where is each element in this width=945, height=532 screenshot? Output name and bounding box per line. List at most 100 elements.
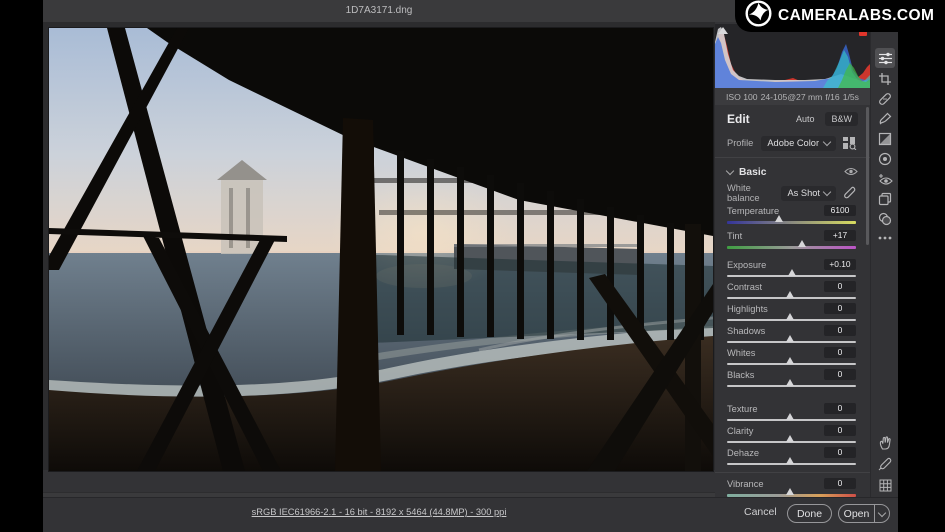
slider-value[interactable]: 0 — [824, 347, 856, 358]
tool-column — [870, 22, 898, 497]
slider-handle[interactable] — [797, 240, 806, 247]
slider-handle[interactable] — [774, 215, 783, 222]
workflow-options-link[interactable]: sRGB IEC61966-2.1 - 16 bit - 8192 x 5464… — [43, 507, 715, 517]
blacks-track[interactable] — [727, 379, 856, 387]
slider-label: Tint — [727, 230, 743, 241]
slider-value[interactable]: 0 — [824, 303, 856, 314]
shadows-track[interactable] — [727, 335, 856, 343]
slider-handle[interactable] — [786, 357, 795, 364]
grid-overlay-button[interactable] — [875, 475, 895, 495]
temperature-track[interactable] — [727, 215, 856, 224]
slider-value[interactable]: 0 — [824, 447, 856, 458]
hand-tool-button[interactable] — [875, 433, 895, 453]
slider-label: Blacks — [727, 369, 755, 380]
linear-gradient-tool-button[interactable] — [875, 129, 895, 149]
camera-raw-window: 1D7A3171.dng ISO 100 24-105@27 mm f/16 1… — [43, 0, 898, 532]
presets-icon — [878, 192, 892, 206]
slider-value[interactable]: 0 — [824, 425, 856, 436]
tint-slider: Tint +17 — [727, 230, 856, 249]
open-menu-chevron[interactable] — [875, 508, 889, 517]
contrast-track[interactable] — [727, 291, 856, 299]
shadow-clipping-indicator[interactable] — [718, 27, 728, 34]
slider-handle[interactable] — [786, 313, 795, 320]
linear-gradient-icon — [878, 132, 892, 146]
tint-track[interactable] — [727, 240, 856, 249]
texture-track[interactable] — [727, 413, 856, 421]
exif-bar: ISO 100 24-105@27 mm f/16 1/5s — [715, 88, 870, 105]
histogram-plot — [715, 24, 870, 88]
slider-handle[interactable] — [786, 291, 795, 298]
slider-handle[interactable] — [786, 379, 795, 386]
profile-dropdown[interactable]: Adobe Color — [761, 135, 836, 151]
chevron-down-icon — [822, 187, 832, 197]
profile-browser-icon[interactable] — [842, 136, 858, 151]
highlights-track[interactable] — [727, 313, 856, 321]
auto-button[interactable]: Auto — [790, 112, 821, 126]
basic-visibility-eye-icon[interactable] — [844, 163, 858, 181]
more-dots-icon — [878, 236, 892, 240]
radial-gradient-tool-button[interactable] — [875, 149, 895, 169]
white-balance-eyedropper-icon[interactable] — [842, 186, 858, 200]
presets-panel-button[interactable] — [875, 189, 895, 209]
snapshots-icon — [878, 212, 892, 226]
cameralabs-brand-text: CAMERALABS.COM — [778, 7, 935, 24]
edit-tool-button[interactable] — [875, 48, 895, 68]
masking-brush-tool-button[interactable] — [875, 109, 895, 129]
done-button[interactable]: Done — [787, 504, 832, 523]
slider-label: Texture — [727, 403, 758, 414]
healing-tool-button[interactable] — [875, 89, 895, 109]
histogram[interactable] — [715, 24, 870, 88]
slider-value[interactable]: 6100 — [824, 205, 856, 216]
basic-section-header[interactable]: Basic — [725, 158, 858, 182]
slider-handle[interactable] — [786, 488, 795, 495]
white-balance-dropdown[interactable]: As Shot — [781, 185, 836, 201]
edit-panel: ISO 100 24-105@27 mm f/16 1/5s Edit Auto… — [715, 22, 870, 497]
color-sampler-tool-button[interactable] — [875, 454, 895, 474]
slider-handle[interactable] — [786, 413, 795, 420]
more-tools-button[interactable] — [875, 228, 895, 248]
whites-track[interactable] — [727, 357, 856, 365]
exif-shutter: 1/5s — [842, 91, 859, 102]
slider-label: Highlights — [727, 303, 768, 314]
edit-panel-title: Edit — [727, 112, 750, 126]
slider-label: Shadows — [727, 325, 766, 336]
crop-tool-button[interactable] — [875, 69, 895, 89]
exif-lens: 24-105@27 mm — [760, 91, 823, 102]
group-gap — [715, 248, 870, 255]
slider-value[interactable]: +17 — [824, 230, 856, 241]
edit-sliders-icon — [878, 52, 892, 64]
slider-value[interactable]: +0.10 — [824, 259, 856, 270]
open-button[interactable]: Open — [838, 504, 890, 523]
white-balance-label: White balance — [727, 183, 760, 203]
chevron-down-icon — [725, 166, 735, 176]
photo-preview[interactable] — [48, 27, 714, 472]
white-balance-value: As Shot — [787, 188, 820, 198]
red-eye-tool-button[interactable] — [875, 169, 895, 189]
crop-icon — [879, 73, 891, 85]
slider-handle[interactable] — [786, 435, 795, 442]
slider-handle[interactable] — [786, 457, 795, 464]
dehaze-track[interactable] — [727, 457, 856, 465]
open-label: Open — [843, 507, 870, 520]
bw-button[interactable]: B&W — [825, 112, 858, 126]
slider-handle[interactable] — [786, 335, 795, 342]
slider-label: Vibrance — [727, 478, 764, 489]
slider-label: Dehaze — [727, 447, 760, 458]
slider-value[interactable]: 0 — [824, 369, 856, 380]
slider-value[interactable]: 0 — [824, 478, 856, 489]
panel-scrollbar[interactable] — [866, 107, 869, 245]
slider-label: Whites — [727, 347, 756, 358]
slider-label: Exposure — [727, 259, 767, 270]
whites-slider: Whites 0 — [727, 347, 856, 365]
cancel-button[interactable]: Cancel — [744, 506, 777, 518]
contrast-slider: Contrast 0 — [727, 281, 856, 299]
slider-value[interactable]: 0 — [824, 403, 856, 414]
healing-brush-icon — [879, 93, 891, 105]
snapshots-panel-button[interactable] — [875, 209, 895, 229]
eyedropper-sampler-icon — [878, 457, 892, 471]
slider-value[interactable]: 0 — [824, 281, 856, 292]
exposure-track[interactable] — [727, 269, 856, 277]
clarity-track[interactable] — [727, 435, 856, 443]
slider-value[interactable]: 0 — [824, 325, 856, 336]
slider-handle[interactable] — [787, 269, 796, 276]
